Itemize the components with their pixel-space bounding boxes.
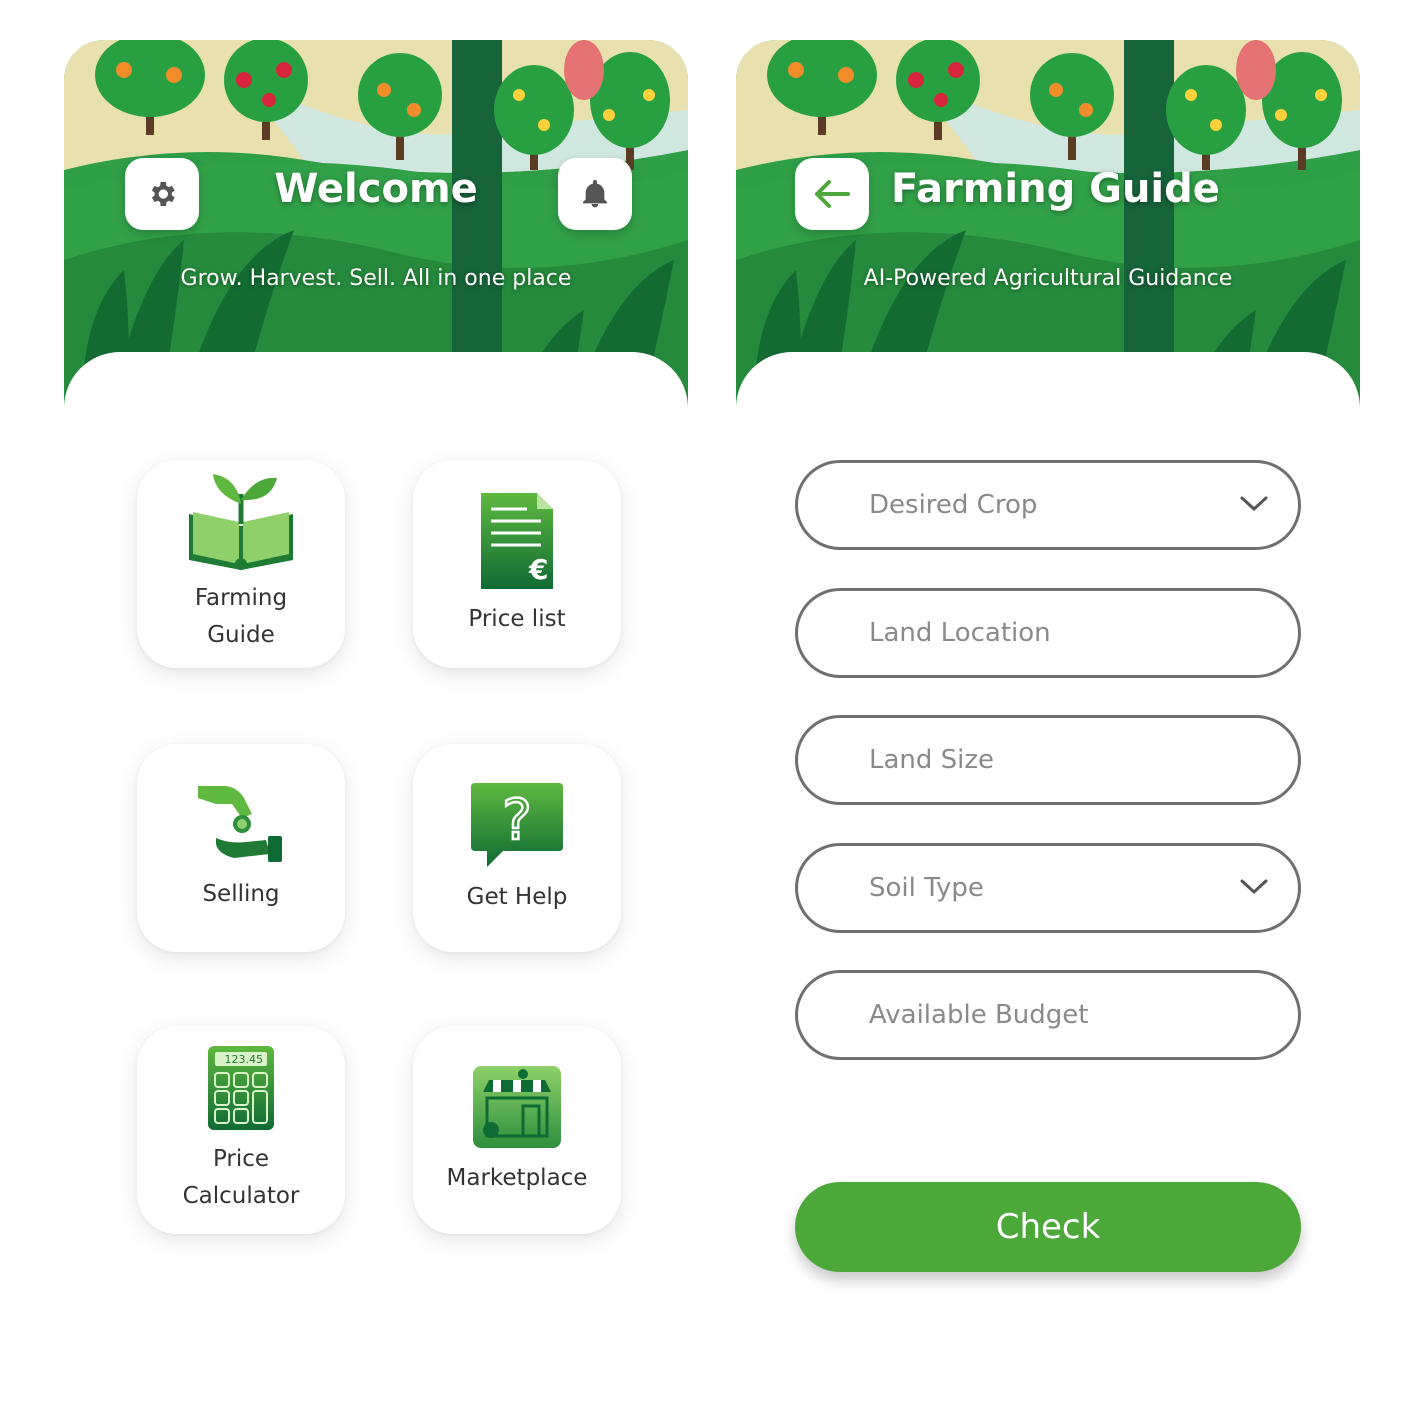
home-screen: Welcome Grow. Harvest. Sell. All in one … [64,40,688,1385]
tile-label: Marketplace [446,1164,588,1191]
coin-hand-icon [198,785,282,862]
desired-crop-select[interactable]: Desired Crop [795,460,1301,550]
land-size-field[interactable]: Land Size [795,715,1301,805]
tile-marketplace[interactable]: Marketplace [413,1026,621,1234]
tile-selling[interactable]: Selling [137,744,345,952]
field-placeholder: Land Size [869,745,995,775]
page-subtitle: Grow. Harvest. Sell. All in one place [180,266,572,291]
market-stall-icon [473,1065,561,1148]
calculator-display: 123.45 [225,1053,264,1066]
field-placeholder: Soil Type [869,873,984,903]
tile-farming-guide[interactable]: Farming Guide [137,460,345,668]
svg-text:€: € [528,553,548,586]
arrow-left-icon [815,180,850,208]
tile-price-list[interactable]: € Price list [413,460,621,668]
content-sheet: Farming Guide € Price list Selling ? Get… [64,352,688,1385]
calculator-icon: 123.45 [208,1046,274,1130]
farming-guide-screen: Farming Guide AI-Powered Agricultural Gu… [736,40,1360,1385]
tile-label: Farming Guide [194,585,288,648]
field-placeholder: Land Location [869,618,1051,648]
page-subtitle: AI-Powered Agricultural Guidance [863,266,1233,291]
book-sprout-icon [189,474,293,570]
soil-type-select[interactable]: Soil Type [795,843,1301,933]
check-button[interactable]: Check [795,1182,1301,1272]
chevron-down-icon [1240,879,1268,895]
tile-label: Selling [202,880,280,907]
field-placeholder: Desired Crop [869,490,1038,520]
back-button[interactable] [795,158,869,230]
bell-icon [583,180,607,208]
tile-price-calculator[interactable]: 123.45 Price Calculator [137,1026,345,1234]
tile-label: Get Help [466,883,568,910]
question-bubble-icon: ? [471,782,563,867]
tile-label: Price Calculator [182,1146,300,1209]
page-title: Farming Guide [891,166,1220,212]
svg-text:?: ? [502,788,532,853]
chevron-down-icon [1240,496,1268,512]
field-placeholder: Available Budget [869,1000,1089,1030]
form-sheet: Desired Crop Land Location Land Size Soi… [736,352,1360,1385]
tile-get-help[interactable]: ? Get Help [413,744,621,952]
price-list-icon: € [481,492,553,589]
notifications-button[interactable] [558,158,632,230]
tile-label: Price list [468,605,566,632]
available-budget-field[interactable]: Available Budget [795,970,1301,1060]
land-location-field[interactable]: Land Location [795,588,1301,678]
